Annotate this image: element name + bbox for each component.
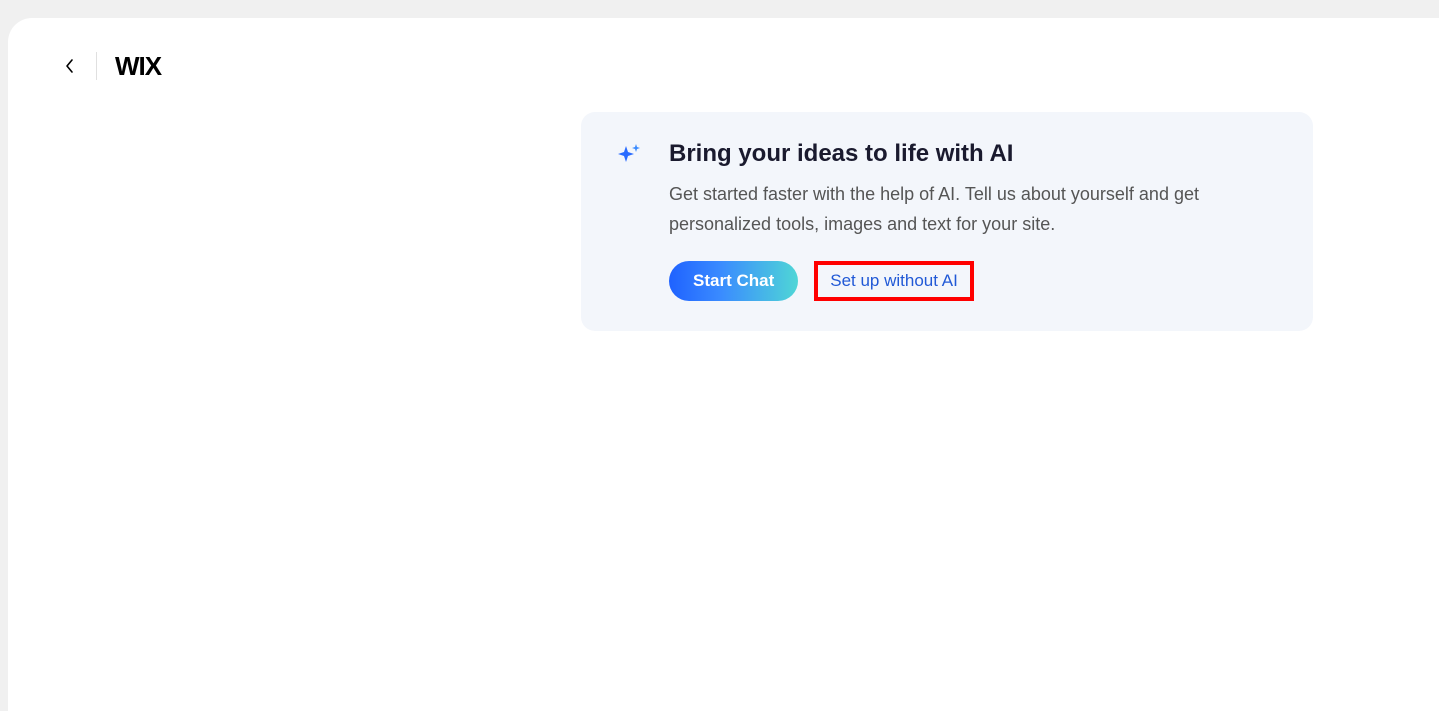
wix-logo: WIX xyxy=(115,51,161,82)
card-title: Bring your ideas to life with AI xyxy=(669,140,1279,168)
topbar: WIX xyxy=(8,18,1439,114)
card-actions: Start Chat Set up without AI xyxy=(669,261,1279,301)
chevron-left-icon xyxy=(65,58,75,74)
back-button[interactable] xyxy=(58,54,82,78)
vertical-divider xyxy=(96,52,97,80)
highlight-box: Set up without AI xyxy=(814,261,974,301)
start-chat-button[interactable]: Start Chat xyxy=(669,261,798,301)
page-container: WIX Bring your ideas to life with AI Get… xyxy=(8,18,1439,711)
ai-onboarding-card: Bring your ideas to life with AI Get sta… xyxy=(581,112,1313,331)
sparkle-icon xyxy=(615,142,643,301)
card-description: Get started faster with the help of AI. … xyxy=(669,180,1279,239)
card-body: Bring your ideas to life with AI Get sta… xyxy=(669,140,1279,301)
setup-without-ai-link[interactable]: Set up without AI xyxy=(830,271,958,291)
